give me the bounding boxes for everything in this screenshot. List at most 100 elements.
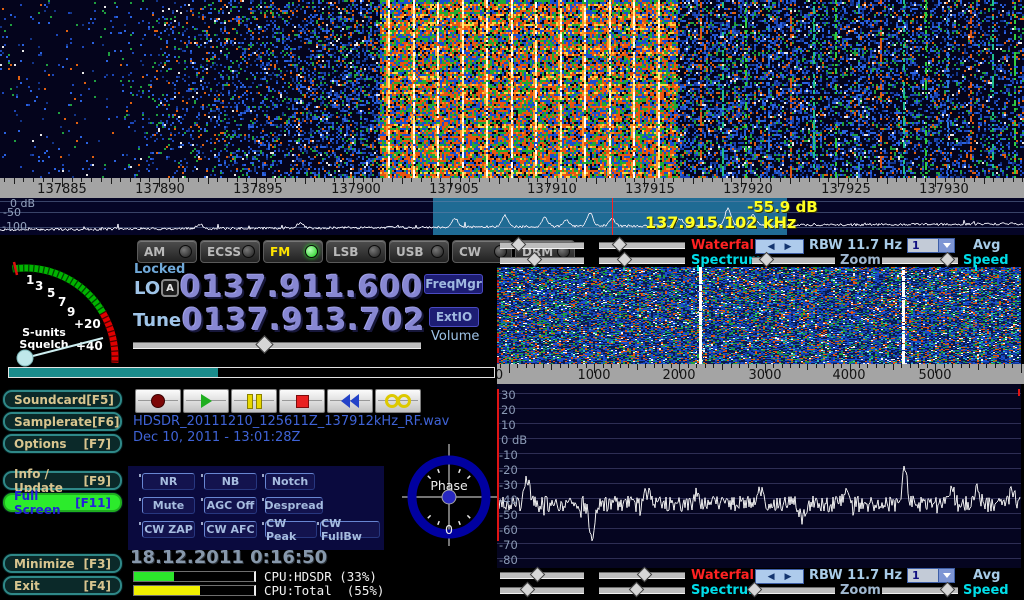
scroll-left-icon[interactable]: ◀ <box>768 572 775 582</box>
scale-tick <box>877 178 878 182</box>
s-meter[interactable]: 1 3 5 7 9 +20 +40 S-units Squelch <box>0 240 126 368</box>
mode-button-fm[interactable]: FM <box>263 240 323 263</box>
speed-slider[interactable] <box>882 584 958 595</box>
pause-icon <box>247 394 262 409</box>
squelch-marker[interactable] <box>14 262 17 275</box>
waterfall-scroll-buttons[interactable]: ◀▶ <box>755 239 804 254</box>
scale-tick <box>140 178 141 182</box>
speed-slider[interactable] <box>882 254 958 265</box>
af-frequency-scale[interactable]: 0 1000 2000 3000 4000 5000 <box>497 364 1024 384</box>
spectrum-range-slider[interactable] <box>599 254 685 265</box>
scale-tick <box>663 178 664 182</box>
rewind-button[interactable] <box>327 389 373 413</box>
scale-tick <box>169 178 170 182</box>
scroll-right-icon[interactable]: ▶ <box>785 572 792 582</box>
phase-dial[interactable]: Phase 0 <box>402 444 497 546</box>
scale-tick <box>637 364 638 370</box>
zoom-slider[interactable] <box>752 584 835 595</box>
fullscreen-button[interactable]: Full Screen[F11] <box>3 493 122 512</box>
agc-button[interactable]: AGC Off <box>204 497 257 514</box>
scale-tick <box>543 364 544 368</box>
stop-button[interactable] <box>279 389 325 413</box>
volume-slider[interactable] <box>133 339 421 350</box>
lo-auto-badge[interactable]: A <box>161 279 179 297</box>
pause-button[interactable] <box>231 389 277 413</box>
scale-tick <box>625 178 626 182</box>
scale-tick <box>748 364 749 368</box>
passband-marker <box>697 265 699 271</box>
mode-button-lsb[interactable]: LSB <box>326 240 386 263</box>
scale-tick <box>644 178 645 187</box>
spectrum-gain-slider[interactable] <box>500 584 584 595</box>
nb-button[interactable]: NB <box>204 473 257 490</box>
cw-fullbw-button[interactable]: CW FullBw <box>320 521 380 538</box>
phase-knob[interactable] <box>442 490 456 504</box>
scroll-left-icon[interactable]: ◀ <box>768 242 775 252</box>
scale-tick <box>605 178 606 182</box>
scale-tick <box>217 178 218 182</box>
phase-value: 0 <box>445 522 453 537</box>
af-db-label: -50 <box>499 508 518 522</box>
tune-frequency-display[interactable]: 0137.913.702 <box>182 303 426 338</box>
mode-label: CW <box>459 245 481 259</box>
dropdown-arrow-icon[interactable] <box>938 569 954 582</box>
af-waterfall-display[interactable] <box>497 267 1021 364</box>
mute-button[interactable]: Mute <box>142 497 195 514</box>
notch-button[interactable]: Notch <box>265 473 315 490</box>
nr-button[interactable]: NR <box>142 473 195 490</box>
rf-frequency-scale[interactable]: 137885 137890 137895 137900 137905 13791… <box>0 178 1024 198</box>
soundcard-button[interactable]: Soundcard[F5] <box>3 390 122 409</box>
minimize-button[interactable]: Minimize[F3] <box>3 554 122 573</box>
spectrum-gain-slider[interactable] <box>500 254 584 265</box>
play-button[interactable] <box>183 389 229 413</box>
waterfall-scroll-buttons[interactable]: ◀▶ <box>755 569 804 584</box>
avg-dropdown[interactable]: 1 <box>907 568 955 583</box>
volume-slider-track[interactable] <box>133 342 421 349</box>
mode-button-ecss[interactable]: ECSS <box>200 240 260 263</box>
extio-button[interactable]: ExtIO <box>429 307 479 327</box>
avg-dropdown[interactable]: 1 <box>907 238 955 253</box>
waterfall-contrast-slider[interactable] <box>599 569 685 580</box>
scale-tick <box>560 364 561 368</box>
samplerate-button[interactable]: Samplerate[F6] <box>3 412 122 431</box>
cw-zap-button[interactable]: CW ZAP <box>142 521 195 538</box>
dropdown-arrow-icon[interactable] <box>938 239 954 252</box>
mode-button-usb[interactable]: USB <box>389 240 449 263</box>
mode-button-am[interactable]: AM <box>137 240 197 263</box>
smeter-scale-label: +20 <box>74 317 101 331</box>
button-fkey: [F11] <box>75 496 111 510</box>
lo-frequency-display[interactable]: 0137.911.600 <box>180 270 424 305</box>
waterfall-contrast-slider[interactable] <box>599 239 685 250</box>
record-button[interactable] <box>135 389 181 413</box>
waterfall-brightness-slider[interactable] <box>500 569 584 580</box>
info-update-button[interactable]: Info / Update[F9] <box>3 471 122 490</box>
waterfall-brightness-slider[interactable] <box>500 239 584 250</box>
mode-led-icon <box>368 245 381 258</box>
smeter-scale-label: 1 <box>26 273 34 287</box>
options-button[interactable]: Options[F7] <box>3 434 122 453</box>
scale-tick <box>353 178 354 187</box>
scale-tick <box>671 364 672 368</box>
af-spectrum-display[interactable] <box>497 384 1021 568</box>
rf-spectrum-display[interactable] <box>0 198 1024 235</box>
loop-button[interactable] <box>375 389 421 413</box>
despread-button[interactable]: Despread <box>265 497 323 514</box>
scale-tick <box>489 178 490 182</box>
scroll-right-icon[interactable]: ▶ <box>785 242 792 252</box>
spectrum-range-slider[interactable] <box>599 584 685 595</box>
freqmgr-button[interactable]: FreqMgr <box>424 274 483 294</box>
scale-tick <box>696 364 697 368</box>
cw-afc-button[interactable]: CW AFC <box>204 521 257 538</box>
playback-progress-bar[interactable] <box>8 367 495 378</box>
zoom-slider[interactable] <box>752 254 835 265</box>
scale-tick <box>713 364 714 368</box>
scale-tick <box>859 364 860 368</box>
scale-tick <box>756 364 757 368</box>
volume-slider-thumb[interactable] <box>255 335 273 353</box>
lo-locked-label: Locked <box>134 262 185 277</box>
cw-peak-button[interactable]: CW Peak <box>265 521 317 538</box>
scale-tick <box>790 364 791 368</box>
exit-button[interactable]: Exit[F4] <box>3 576 122 595</box>
scale-tick <box>1022 178 1023 182</box>
rf-waterfall-display[interactable] <box>0 0 1024 178</box>
